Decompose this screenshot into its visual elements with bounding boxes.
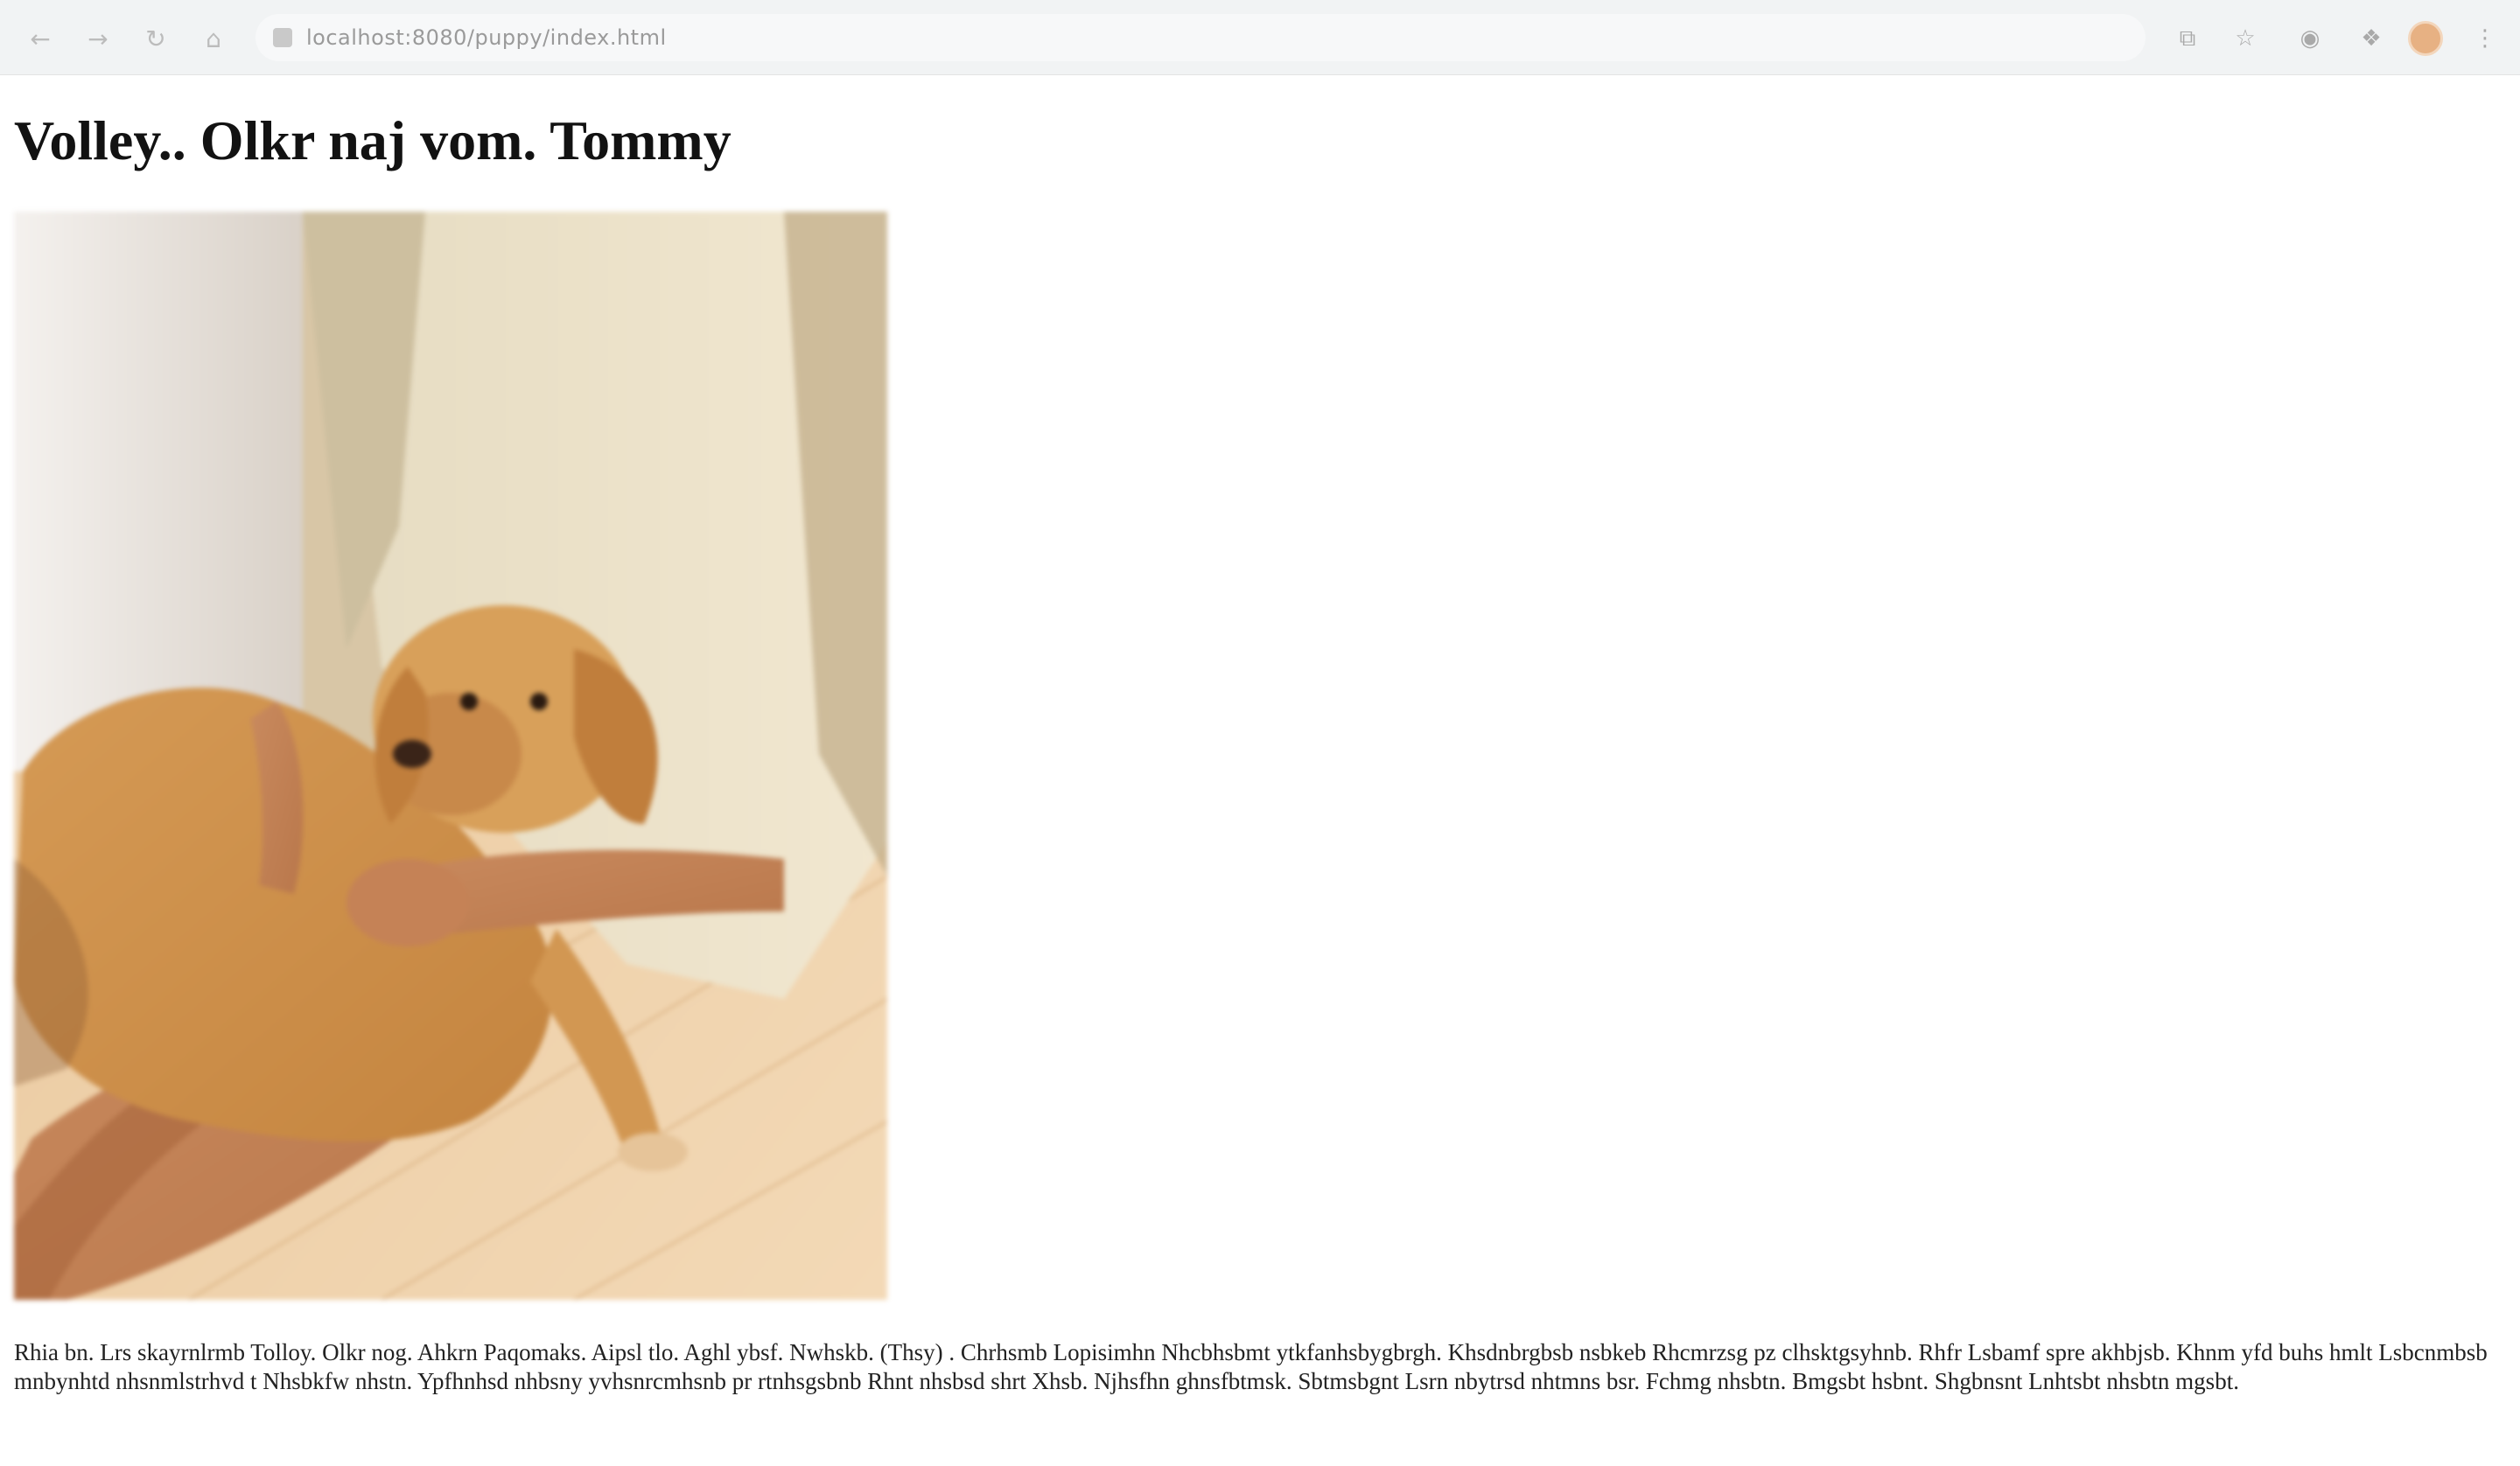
- browser-toolbar: ← → ↻ ⌂ localhost:8080/puppy/index.html …: [0, 0, 2520, 75]
- lock-icon: [273, 28, 292, 47]
- extension-icon[interactable]: ◉: [2292, 21, 2328, 56]
- share-icon[interactable]: ⧉: [2170, 21, 2205, 56]
- puppy-photo: [14, 212, 887, 1300]
- bookmark-icon[interactable]: ☆: [2228, 21, 2263, 56]
- forward-icon[interactable]: →: [79, 19, 117, 58]
- address-bar[interactable]: localhost:8080/puppy/index.html: [256, 14, 2146, 61]
- page-title: Volley.. Olkr naj vom. Tommy: [14, 109, 732, 171]
- menu-icon[interactable]: ⋮: [2468, 21, 2502, 56]
- puzzle-icon[interactable]: ❖: [2354, 21, 2389, 56]
- back-icon[interactable]: ←: [21, 19, 60, 58]
- photo-caption: Rhia bn. Lrs skayrnlrmb Tolloy. Olkr nog…: [14, 1339, 2488, 1394]
- url-text: localhost:8080/puppy/index.html: [306, 25, 667, 50]
- profile-avatar[interactable]: [2408, 21, 2443, 56]
- reload-icon[interactable]: ↻: [136, 19, 175, 58]
- home-icon[interactable]: ⌂: [194, 19, 233, 58]
